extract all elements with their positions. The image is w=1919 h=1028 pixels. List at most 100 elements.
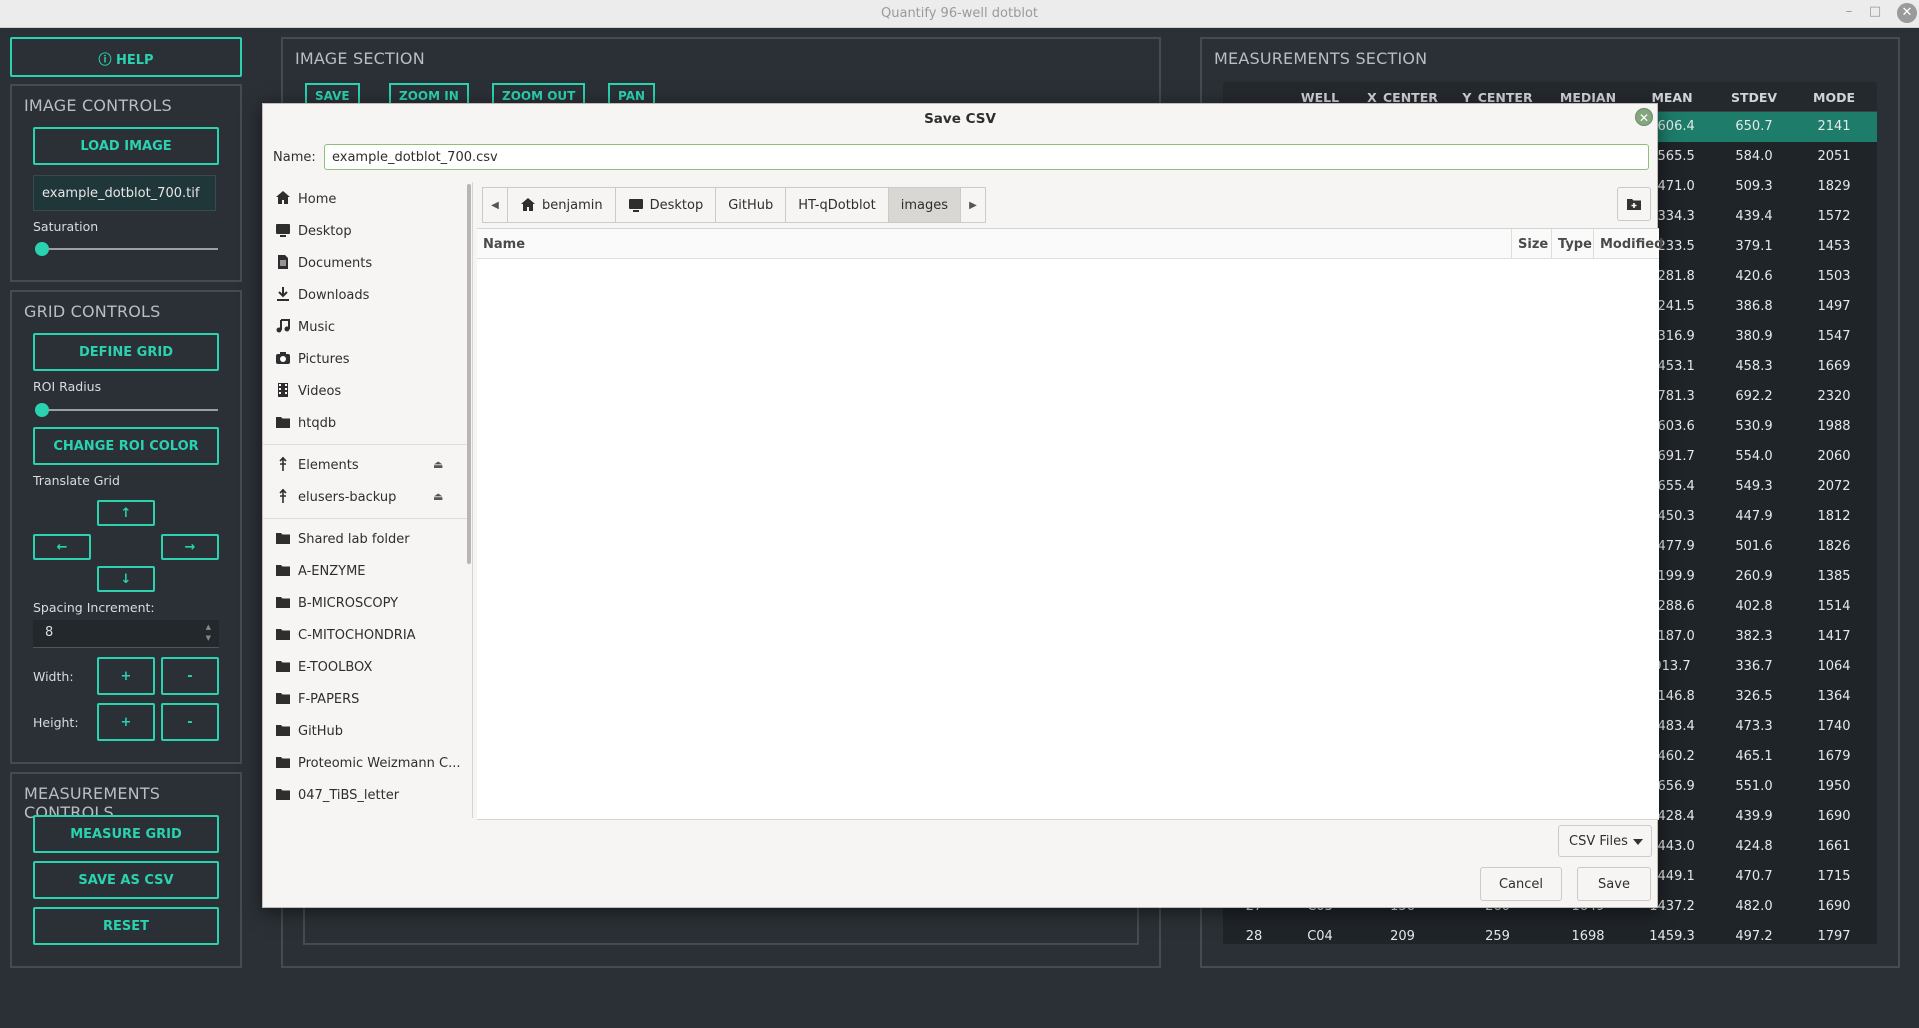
dialog-close-icon[interactable]: ✕ bbox=[1635, 108, 1653, 126]
places-scrollbar[interactable] bbox=[467, 184, 471, 564]
width-minus-button[interactable]: - bbox=[161, 657, 219, 695]
col-name-header[interactable]: Name bbox=[477, 229, 1512, 259]
width-label: Width: bbox=[33, 669, 74, 684]
change-roi-color-button[interactable]: CHANGE ROI COLOR bbox=[33, 427, 219, 465]
folder-icon bbox=[275, 594, 291, 610]
sidebar-item-elements[interactable]: Elements ⏏ bbox=[263, 450, 463, 480]
folder-icon bbox=[275, 722, 291, 738]
table-cell: 1503 bbox=[1817, 269, 1851, 284]
sidebar-item-videos[interactable]: Videos bbox=[263, 376, 463, 406]
sidebar-item-f-papers[interactable]: F-PAPERS bbox=[263, 684, 463, 714]
sidebar-item-label: Home bbox=[298, 192, 337, 207]
translate-up-button[interactable]: ↑ bbox=[97, 500, 155, 526]
path-back-button[interactable]: ◀ bbox=[482, 187, 508, 223]
sidebar-item-e-toolbox[interactable]: E-TOOLBOX bbox=[263, 652, 463, 682]
col-header-stdev[interactable]: STDEV bbox=[1713, 90, 1795, 105]
maximize-button[interactable]: □ bbox=[1865, 4, 1885, 19]
save-as-csv-button[interactable]: SAVE AS CSV bbox=[33, 861, 219, 899]
table-row[interactable]: 28 C04 209 259 1698 1459.3 497.2 1797 bbox=[1223, 922, 1877, 944]
home-icon bbox=[520, 197, 536, 213]
downloads-icon bbox=[275, 286, 291, 302]
file-type-filter[interactable]: CSV Files bbox=[1558, 825, 1652, 857]
table-cell: 530.9 bbox=[1735, 419, 1773, 434]
path-segment-ht-qdotblot[interactable]: HT-qDotblot bbox=[785, 187, 889, 223]
sidebar-item-b-microscopy[interactable]: B-MICROSCOPY bbox=[263, 588, 463, 618]
col-header-mode[interactable]: MODE bbox=[1795, 90, 1873, 105]
path-segment-images[interactable]: images bbox=[887, 187, 961, 223]
height-plus-button[interactable]: + bbox=[97, 703, 155, 741]
new-folder-button[interactable] bbox=[1617, 187, 1651, 221]
image-file-name: example_dotblot_700.tif bbox=[33, 175, 216, 211]
path-segment-desktop[interactable]: Desktop bbox=[614, 187, 717, 223]
col-type-header[interactable]: Type bbox=[1552, 229, 1594, 259]
sidebar-item-c-mitochondria[interactable]: C-MITOCHONDRIA bbox=[263, 620, 463, 650]
table-cell: 1459.3 bbox=[1649, 929, 1695, 944]
sidebar-item-a-enzyme[interactable]: A-ENZYME bbox=[263, 556, 463, 586]
file-list[interactable]: Name Size Type Modified bbox=[477, 228, 1663, 820]
minimize-button[interactable]: – bbox=[1839, 4, 1859, 19]
folder-icon bbox=[275, 786, 291, 802]
cancel-button[interactable]: Cancel bbox=[1480, 867, 1562, 901]
path-segment-benjamin[interactable]: benjamin bbox=[507, 187, 616, 223]
path-forward-button[interactable]: ▶ bbox=[960, 187, 986, 223]
table-cell: 458.3 bbox=[1735, 359, 1773, 374]
table-cell: 501.6 bbox=[1735, 539, 1773, 554]
sidebar-item-desktop[interactable]: Desktop bbox=[263, 216, 463, 246]
table-cell: 28 bbox=[1245, 929, 1263, 944]
sidebar-item-elusers-backup[interactable]: elusers-backup ⏏ bbox=[263, 482, 463, 512]
sidebar-item-shared-lab-folder[interactable]: Shared lab folder bbox=[263, 524, 463, 554]
home-icon bbox=[275, 190, 291, 206]
close-window-button[interactable]: ✕ bbox=[1897, 3, 1917, 23]
sidebar-item-downloads[interactable]: Downloads bbox=[263, 280, 463, 310]
height-minus-button[interactable]: - bbox=[161, 703, 219, 741]
sidebar-item-documents[interactable]: Documents bbox=[263, 248, 463, 278]
table-cell: C04 bbox=[1307, 929, 1333, 944]
saturation-slider-track[interactable] bbox=[35, 248, 218, 250]
spacing-increment-value: 8 bbox=[45, 625, 54, 640]
path-segment-github[interactable]: GitHub bbox=[715, 187, 787, 223]
sidebar-item-proteomic-weizmann-c[interactable]: Proteomic Weizmann C... bbox=[263, 748, 463, 778]
sidebar-item-home[interactable]: Home bbox=[263, 184, 463, 214]
translate-left-button[interactable]: ← bbox=[33, 534, 91, 560]
roi-radius-slider-track[interactable] bbox=[35, 409, 218, 411]
name-label: Name: bbox=[273, 150, 316, 165]
sidebar-item-label: Music bbox=[298, 320, 335, 335]
path-bar: ◀ benjamin Desktop GitHub HT-qDotblot images ▶ bbox=[482, 187, 986, 223]
translate-right-button[interactable]: → bbox=[161, 534, 219, 560]
col-modified-header[interactable]: Modified bbox=[1594, 229, 1663, 259]
measure-grid-button[interactable]: MEASURE GRID bbox=[33, 815, 219, 853]
sidebar-item-music[interactable]: Music bbox=[263, 312, 463, 342]
col-size-header[interactable]: Size bbox=[1512, 229, 1552, 259]
film-icon bbox=[275, 382, 291, 398]
spin-arrows-icon[interactable]: ▲ ▼ bbox=[206, 622, 211, 644]
sidebar-item-label: Downloads bbox=[298, 288, 370, 303]
width-plus-button[interactable]: + bbox=[97, 657, 155, 695]
eject-icon[interactable]: ⏏ bbox=[433, 458, 443, 471]
save-csv-dialog: Save CSV ✕ Name: Home Desktop Documents Dow… bbox=[262, 103, 1663, 908]
help-button[interactable]: ⓘ HELP bbox=[10, 37, 242, 77]
table-cell: 1417 bbox=[1817, 629, 1851, 644]
sidebar-separator bbox=[263, 518, 468, 519]
sidebar-item-label: Documents bbox=[298, 256, 373, 271]
help-icon: ⓘ bbox=[98, 53, 112, 68]
sidebar-item-github[interactable]: GitHub bbox=[263, 716, 463, 746]
translate-down-button[interactable]: ↓ bbox=[97, 566, 155, 592]
table-cell: 584.0 bbox=[1735, 149, 1773, 164]
table-cell: 1797 bbox=[1817, 929, 1851, 944]
spacing-increment-spinbox[interactable]: 8 ▲ ▼ bbox=[33, 620, 219, 648]
define-grid-button[interactable]: DEFINE GRID bbox=[33, 333, 219, 371]
sidebar-item-htqdb[interactable]: htqdb bbox=[263, 408, 463, 438]
sidebar-item-pictures[interactable]: Pictures bbox=[263, 344, 463, 374]
save-button[interactable]: Save bbox=[1577, 867, 1651, 901]
table-cell: 1514 bbox=[1817, 599, 1851, 614]
sidebar-item-label: elusers-backup bbox=[298, 490, 397, 505]
eject-icon[interactable]: ⏏ bbox=[433, 490, 443, 503]
table-cell: 1669 bbox=[1817, 359, 1851, 374]
load-image-button[interactable]: LOAD IMAGE bbox=[33, 127, 219, 165]
saturation-slider-knob[interactable] bbox=[35, 242, 49, 256]
reset-button[interactable]: RESET bbox=[33, 907, 219, 945]
table-cell: 1690 bbox=[1817, 809, 1851, 824]
sidebar-item-047-tibs-letter[interactable]: 047_TiBS_letter bbox=[263, 780, 463, 810]
filename-input[interactable] bbox=[324, 144, 1649, 170]
roi-radius-slider-knob[interactable] bbox=[35, 403, 49, 417]
